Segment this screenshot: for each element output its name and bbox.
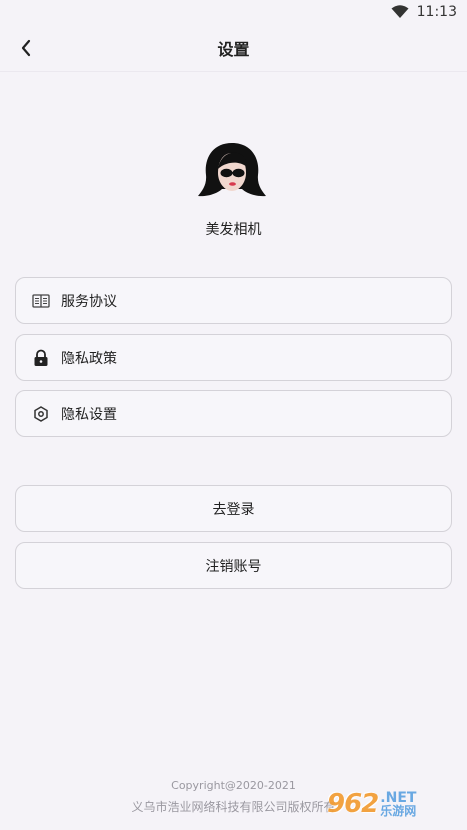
menu-item-service-agreement[interactable]: 服务协议 [15, 277, 452, 324]
app-logo-avatar [198, 143, 266, 197]
hexagon-settings-icon [32, 405, 50, 423]
login-button[interactable]: 去登录 [15, 485, 452, 532]
delete-account-button[interactable]: 注销账号 [15, 542, 452, 589]
app-name: 美发相机 [205, 222, 262, 238]
watermark-text-group: .NET 乐游网 [380, 791, 416, 817]
lock-icon [32, 349, 50, 367]
watermark-net: .NET [380, 790, 417, 806]
book-icon [32, 292, 50, 310]
page-title: 设置 [217, 39, 250, 59]
menu-item-label: 隐私设置 [61, 406, 117, 423]
status-time: 11:13 [416, 4, 457, 20]
watermark-cn: 乐游网 [380, 804, 417, 818]
nav-bar: 设置 [0, 24, 467, 72]
watermark-number: 962 [327, 789, 379, 819]
back-button[interactable] [8, 30, 44, 66]
menu-item-privacy-policy[interactable]: 隐私政策 [15, 334, 452, 381]
site-watermark: 962 .NET 乐游网 [327, 784, 463, 824]
wifi-icon [391, 5, 409, 18]
menu-item-label: 隐私政策 [61, 350, 117, 367]
menu-item-privacy-settings[interactable]: 隐私设置 [15, 390, 452, 437]
menu-item-label: 服务协议 [61, 293, 117, 310]
chevron-left-icon [21, 39, 31, 57]
status-bar: 11:13 [0, 0, 467, 24]
